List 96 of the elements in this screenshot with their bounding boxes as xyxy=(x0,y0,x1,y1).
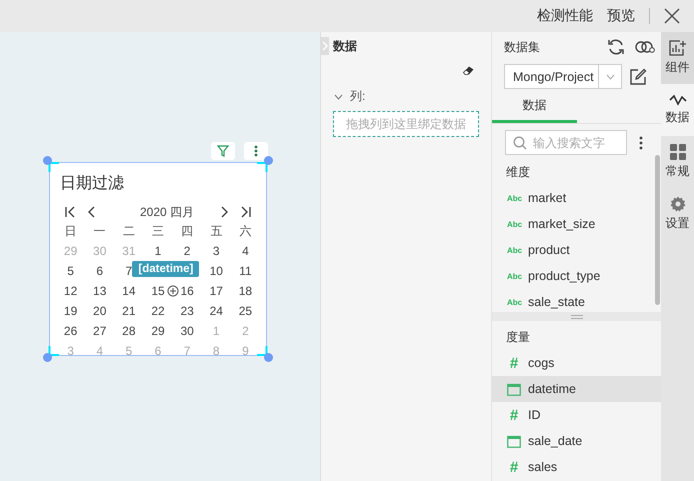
calendar-day[interactable]: 14 xyxy=(114,281,144,301)
group-label: 维度 xyxy=(505,164,531,181)
field-item[interactable]: sale_date xyxy=(492,428,661,454)
refresh-icon[interactable] xyxy=(607,38,625,56)
grid-icon xyxy=(670,144,686,160)
resize-handle[interactable] xyxy=(43,344,61,362)
number-type-icon: # xyxy=(507,458,521,476)
calendar-day[interactable]: 24 xyxy=(202,301,231,321)
panel-title: 数据 xyxy=(333,38,357,54)
field-item[interactable]: Abc product_type xyxy=(492,263,661,289)
text-type-icon: Abc xyxy=(507,194,521,202)
collapse-handle[interactable] xyxy=(321,37,329,55)
more-icon xyxy=(254,145,258,157)
first-page-icon[interactable] xyxy=(64,206,76,218)
weekday-label: 日 xyxy=(64,223,78,240)
more-button[interactable] xyxy=(244,142,268,160)
calendar-day[interactable]: 20 xyxy=(85,301,114,321)
field-item[interactable]: Abc market_size xyxy=(492,211,661,237)
filter-button[interactable] xyxy=(211,142,235,160)
group-label: 度量 xyxy=(505,329,531,346)
weekday-label: 三 xyxy=(150,223,165,240)
calendar-day[interactable]: 12 xyxy=(56,281,86,301)
toolbar-link[interactable]: 预览 xyxy=(607,7,635,25)
field-item[interactable]: datetime xyxy=(492,376,661,402)
weekday-label: 六 xyxy=(238,223,252,240)
resize-handle[interactable] xyxy=(43,156,61,174)
field-item[interactable]: # cogs xyxy=(492,350,661,376)
data-tab[interactable]: 数据 xyxy=(492,93,577,123)
number-type-icon: # xyxy=(507,354,521,372)
chevron-down-icon[interactable] xyxy=(334,94,343,100)
calendar-day[interactable]: 5 xyxy=(56,261,86,281)
calendar-day[interactable]: 27 xyxy=(85,321,114,341)
calendar-day[interactable]: 13 xyxy=(85,281,114,301)
field-item[interactable]: # ID xyxy=(492,402,661,428)
field-item[interactable]: # sales xyxy=(492,454,661,480)
calendar-icon xyxy=(507,434,521,448)
drag-tooltip: [datetime] xyxy=(132,261,200,277)
join-icon[interactable] xyxy=(635,40,655,54)
search-icon xyxy=(513,136,527,150)
gear-icon xyxy=(670,196,686,212)
calendar-day[interactable]: 23 xyxy=(172,301,202,321)
calendar-day[interactable]: 11 xyxy=(230,261,260,281)
dataset-select[interactable]: Mongo/Project xyxy=(504,64,622,89)
weekday-label: 一 xyxy=(92,223,107,240)
calendar-day[interactable]: 29 xyxy=(143,321,173,341)
calendar-day[interactable]: 21 xyxy=(114,301,144,321)
date-filter-widget[interactable]: 日期过滤 2020 四月 日 一 二 三 四 五 六 29 30 31 1 2 3 4 5 6 7 [datetime] 10 11 12 13 14 15 16 17 18 19 20 21 22 23 24 25 26 27 28 29 30 1 2 3 4 5 6 7 8 9 xyxy=(49,162,267,356)
calendar-day[interactable]: 1 xyxy=(143,241,173,261)
edit-icon[interactable] xyxy=(629,68,647,86)
eraser-icon[interactable] xyxy=(463,66,474,75)
field-item[interactable]: Abc product xyxy=(492,237,661,263)
side-tab[interactable]: 组件 xyxy=(661,32,694,84)
scrollbar[interactable] xyxy=(655,155,660,305)
widget-title: 日期过滤 xyxy=(59,174,125,194)
weekday-label: 二 xyxy=(122,223,136,240)
field-item[interactable]: Abc sale_state xyxy=(492,289,661,315)
calendar-day[interactable]: 19 xyxy=(56,301,86,321)
grip-icon xyxy=(570,314,582,318)
field-item[interactable]: Abc market xyxy=(492,185,661,211)
calendar-day[interactable]: 28 xyxy=(114,321,144,341)
calendar-day[interactable]: 17 xyxy=(202,281,231,301)
add-chart-icon xyxy=(668,40,686,56)
calendar-day[interactable]: 6 xyxy=(85,261,114,281)
number-type-icon: # xyxy=(507,406,521,424)
caret-icon xyxy=(606,74,614,80)
calendar-day[interactable]: 30 xyxy=(172,321,202,341)
calendar-day[interactable]: 25 xyxy=(230,301,260,321)
calendar-icon xyxy=(507,382,521,396)
add-cursor-icon xyxy=(167,285,179,297)
filter-icon xyxy=(217,145,229,157)
section-label: 列: xyxy=(350,88,366,105)
line-chart-icon xyxy=(668,94,686,106)
side-tab[interactable]: 数据 xyxy=(661,84,694,136)
more-icon[interactable] xyxy=(639,136,643,150)
panel-title: 数据集 xyxy=(504,38,541,56)
text-type-icon: Abc xyxy=(507,246,521,254)
calendar-day[interactable]: 22 xyxy=(143,301,173,321)
last-page-icon[interactable] xyxy=(240,206,252,218)
calendar-day[interactable]: 2 xyxy=(172,241,202,261)
calendar-day[interactable]: 4 xyxy=(230,241,260,261)
calendar-day[interactable]: 10 xyxy=(202,261,231,281)
close-icon[interactable] xyxy=(664,8,680,24)
search-field[interactable]: 输入搜索文字 xyxy=(505,130,627,155)
splitter-handle[interactable] xyxy=(492,312,661,321)
toolbar-link[interactable]: 检测性能 xyxy=(537,7,593,25)
calendar-day[interactable]: 18 xyxy=(230,281,260,301)
resize-handle[interactable] xyxy=(255,156,273,174)
weekday-label: 四 xyxy=(180,223,194,240)
text-type-icon: Abc xyxy=(507,220,521,228)
weekday-label: 五 xyxy=(209,223,224,240)
text-type-icon: Abc xyxy=(507,298,521,306)
resize-handle[interactable] xyxy=(255,344,273,362)
text-type-icon: Abc xyxy=(507,272,521,280)
calendar-day[interactable]: 3 xyxy=(202,241,231,261)
calendar-day[interactable]: 26 xyxy=(56,321,86,341)
month-label: 2020 四月 xyxy=(138,204,196,220)
